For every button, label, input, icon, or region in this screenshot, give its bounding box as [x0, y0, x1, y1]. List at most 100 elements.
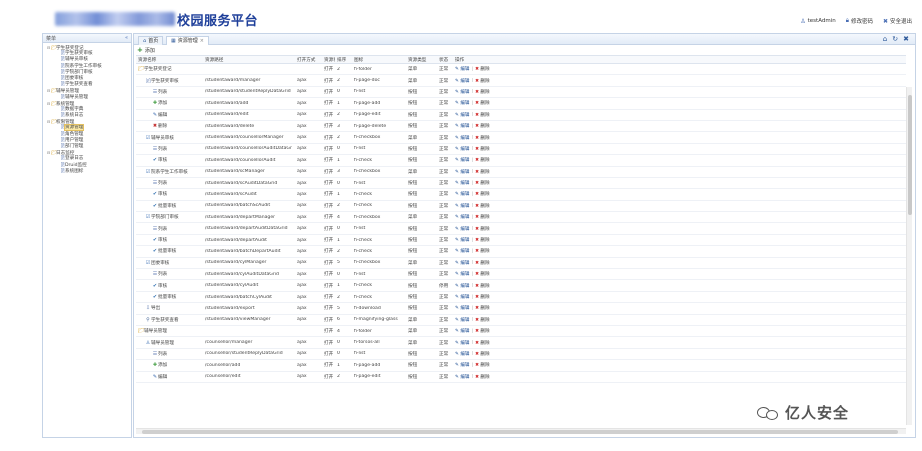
table-row[interactable]: ✚添加/counsellor/add ajax 打开 1 fi-page-add 按钮 正常…	[136, 360, 906, 372]
column-header[interactable]: 资源类型	[406, 57, 437, 63]
delete-button[interactable]: ✖ 删除	[475, 340, 490, 346]
delete-button[interactable]: ✖ 删除	[475, 180, 490, 186]
edit-button[interactable]: ✎ 编辑	[455, 260, 470, 266]
table-row[interactable]: ☰列表/studentaward/departAuditDataGrid ajax…	[136, 223, 906, 235]
table-row[interactable]: ✖删除/studentaward/delete ajax 打开 3 fi-page-de…	[136, 121, 906, 133]
column-header[interactable]: 排序	[335, 57, 352, 63]
edit-button[interactable]: ✎ 编辑	[455, 317, 470, 323]
sidebar-item[interactable]: 📄︎系统图标	[43, 169, 131, 175]
horizontal-scrollbar[interactable]	[136, 428, 906, 434]
edit-button[interactable]: ✎ 编辑	[455, 328, 470, 334]
home-tool-icon[interactable]: ⌂	[883, 35, 887, 43]
column-header[interactable]: 资源路径	[203, 57, 295, 63]
horizontal-scroll-thumb[interactable]	[142, 430, 898, 434]
table-row[interactable]: ☰列表/counsellor/studentReplyDataGrid ajax 打…	[136, 349, 906, 361]
table-row[interactable]: 📁︎学生获奖登记 打开 2 fi-folder 菜单 正常 ✎ 编辑 | ✖ 删除	[136, 64, 906, 76]
tab-close-icon[interactable]: ×	[200, 37, 204, 46]
delete-button[interactable]: ✖ 删除	[475, 305, 490, 311]
edit-button[interactable]: ✎ 编辑	[455, 362, 470, 368]
table-row[interactable]: ✔批量审核/studentaward/batchScAudit ajax 打开 2 fi…	[136, 201, 906, 213]
tab-home[interactable]: ⌂ 首页	[138, 36, 164, 45]
table-row[interactable]: ✔批量审核/studentaward/batchCylAudit ajax 打开 2 f…	[136, 292, 906, 304]
edit-button[interactable]: ✎ 编辑	[455, 135, 470, 141]
table-row[interactable]: ✔审核/studentaward/scAudit ajax 打开 1 fi-check 按…	[136, 189, 906, 201]
edit-button[interactable]: ✎ 编辑	[455, 123, 470, 129]
delete-button[interactable]: ✖ 删除	[475, 123, 490, 129]
edit-button[interactable]: ✎ 编辑	[455, 191, 470, 197]
edit-button[interactable]: ✎ 编辑	[455, 66, 470, 72]
table-row[interactable]: 📄︎学生获奖审核/studentaward/manager ajax 打开 2 fi-p…	[136, 75, 906, 87]
delete-button[interactable]: ✖ 删除	[475, 271, 490, 277]
table-row[interactable]: ⚲学生获奖查看/studentaward/viewManager ajax 打开 6 f…	[136, 315, 906, 326]
table-row[interactable]: ☰列表/studentaward/counsellorAuditDataGr aj…	[136, 144, 906, 156]
column-header[interactable]: 状态	[437, 57, 453, 63]
delete-button[interactable]: ✖ 删除	[475, 362, 490, 368]
edit-button[interactable]: ✎ 编辑	[455, 283, 470, 289]
delete-button[interactable]: ✖ 删除	[475, 317, 490, 323]
edit-button[interactable]: ✎ 编辑	[455, 100, 470, 106]
edit-button[interactable]: ✎ 编辑	[455, 146, 470, 152]
delete-button[interactable]: ✖ 删除	[475, 191, 490, 197]
edit-button[interactable]: ✎ 编辑	[455, 237, 470, 243]
edit-button[interactable]: ✎ 编辑	[455, 214, 470, 220]
edit-button[interactable]: ✎ 编辑	[455, 305, 470, 311]
table-row[interactable]: ✔审核/studentaward/departAudit ajax 打开 1 fi-ch…	[136, 235, 906, 247]
delete-button[interactable]: ✖ 删除	[475, 78, 490, 84]
column-header[interactable]: 图标	[352, 57, 406, 63]
column-header[interactable]: 资源状态	[322, 57, 335, 63]
table-row[interactable]: ☰列表/studentaward/scAuditDataGrid ajax 打开 0 f…	[136, 178, 906, 190]
delete-button[interactable]: ✖ 删除	[475, 237, 490, 243]
logout-link[interactable]: ✖ 安全退出	[883, 17, 912, 26]
table-row[interactable]: ✎编辑/counsellor/edit ajax 打开 2 fi-page-edit 按钮…	[136, 372, 906, 383]
column-header[interactable]: 资源名称	[136, 57, 203, 63]
edit-button[interactable]: ✎ 编辑	[455, 112, 470, 118]
delete-button[interactable]: ✖ 删除	[475, 112, 490, 118]
edit-button[interactable]: ✎ 编辑	[455, 203, 470, 209]
edit-button[interactable]: ✎ 编辑	[455, 169, 470, 175]
table-row[interactable]: ✔批量审核/studentaward/batchDepartAudit ajax 打…	[136, 246, 906, 258]
edit-button[interactable]: ✎ 编辑	[455, 374, 470, 380]
column-header[interactable]: 打开方式	[295, 57, 322, 63]
table-row[interactable]: ☰列表/studentaward/cylAuditDataGrid ajax 打开 0…	[136, 269, 906, 281]
edit-button[interactable]: ✎ 编辑	[455, 248, 470, 254]
edit-button[interactable]: ✎ 编辑	[455, 351, 470, 357]
delete-button[interactable]: ✖ 删除	[475, 328, 490, 334]
delete-button[interactable]: ✖ 删除	[475, 260, 490, 266]
table-row[interactable]: ☑学院部门审核/studentaward/departManager ajax 打开…	[136, 212, 906, 224]
add-button[interactable]: 添加	[145, 47, 155, 54]
table-row[interactable]: ☑辅导员审核/studentaward/counsellorManager aja…	[136, 132, 906, 144]
delete-button[interactable]: ✖ 删除	[475, 169, 490, 175]
delete-button[interactable]: ✖ 删除	[475, 248, 490, 254]
vertical-scroll-thumb[interactable]	[908, 95, 912, 215]
delete-button[interactable]: ✖ 删除	[475, 214, 490, 220]
edit-button[interactable]: ✎ 编辑	[455, 226, 470, 232]
refresh-icon[interactable]: ↻	[892, 35, 898, 43]
delete-button[interactable]: ✖ 删除	[475, 294, 490, 300]
change-password-link[interactable]: 🔒︎ 修改密码	[846, 17, 873, 25]
table-row[interactable]: ⇩导出/studentaward/export ajax 打开 5 fi-downloa…	[136, 303, 906, 315]
vertical-scrollbar[interactable]	[906, 87, 912, 425]
delete-button[interactable]: ✖ 删除	[475, 203, 490, 209]
table-row[interactable]: ✚添加/studentaward/add ajax 打开 1 fi-page-add 按钮…	[136, 98, 906, 110]
column-header[interactable]: 操作	[453, 57, 521, 63]
close-all-icon[interactable]: ✖	[903, 35, 909, 43]
collapse-sidebar-button[interactable]: «	[125, 35, 128, 41]
edit-button[interactable]: ✎ 编辑	[455, 89, 470, 95]
table-row[interactable]: ✔审核/studentaward/counsellorAudit ajax 打开 1 f…	[136, 155, 906, 167]
delete-button[interactable]: ✖ 删除	[475, 135, 490, 141]
delete-button[interactable]: ✖ 删除	[475, 351, 490, 357]
edit-button[interactable]: ✎ 编辑	[455, 157, 470, 163]
edit-button[interactable]: ✎ 编辑	[455, 340, 470, 346]
edit-button[interactable]: ✎ 编辑	[455, 78, 470, 84]
table-row[interactable]: ✔审核/studentaward/cylAudit ajax 打开 1 fi-check…	[136, 280, 906, 292]
table-row[interactable]: 📁︎辅导员管理 打开 4 fi-folder 菜单 正常 ✎ 编辑 | ✖ 删除	[136, 326, 906, 338]
table-row[interactable]: ☑院系学生工作审核/studentaward/scManager ajax 打开 3 f…	[136, 167, 906, 178]
table-row[interactable]: ☰列表/studentaward/studentReplyDataGrid aja…	[136, 87, 906, 99]
delete-button[interactable]: ✖ 删除	[475, 226, 490, 232]
delete-button[interactable]: ✖ 删除	[475, 100, 490, 106]
table-row[interactable]: ☑团委审核/studentaward/cylManager ajax 打开 5 fi-c…	[136, 258, 906, 270]
delete-button[interactable]: ✖ 删除	[475, 374, 490, 380]
edit-button[interactable]: ✎ 编辑	[455, 271, 470, 277]
delete-button[interactable]: ✖ 删除	[475, 66, 490, 72]
edit-button[interactable]: ✎ 编辑	[455, 180, 470, 186]
